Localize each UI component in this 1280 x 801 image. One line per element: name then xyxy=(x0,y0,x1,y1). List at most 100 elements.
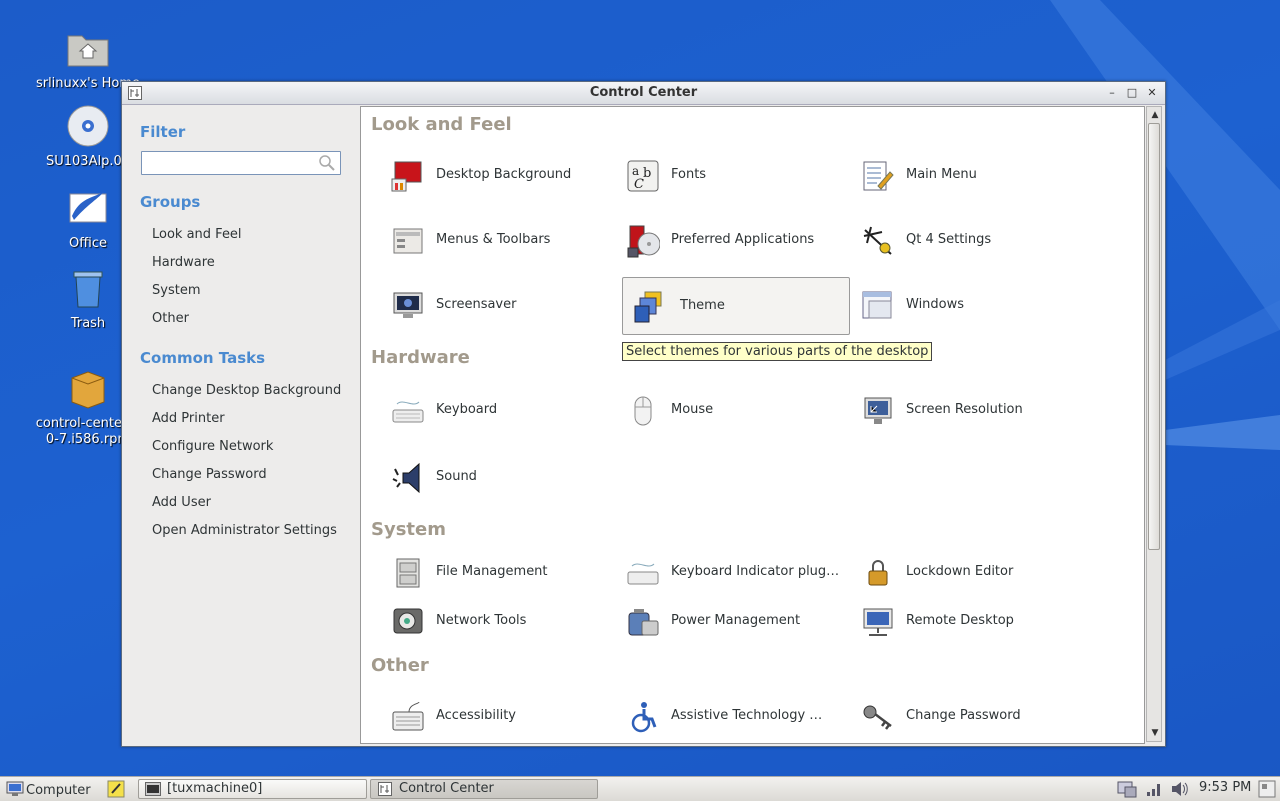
filter-heading: Filter xyxy=(140,123,186,141)
screensaver-icon xyxy=(393,292,423,318)
notes-icon[interactable] xyxy=(106,779,126,799)
applet-windows[interactable]: Windows xyxy=(851,277,1077,333)
keyboard-indicator-icon xyxy=(627,563,659,585)
applet-keyboard[interactable]: Keyboard xyxy=(381,382,607,438)
applet-keyboard-indicator[interactable]: Keyboard Indicator plug… xyxy=(616,544,842,600)
scrollbar-thumb[interactable] xyxy=(1148,123,1160,550)
applet-accessibility[interactable]: Accessibility xyxy=(381,688,607,743)
applet-sound[interactable]: Sound xyxy=(381,449,607,505)
applet-label: Screen Resolution xyxy=(906,402,1023,417)
applet-label: Power Management xyxy=(671,613,801,628)
computer-menu-label: Computer xyxy=(26,783,91,798)
assistive-technology-icon xyxy=(631,702,657,733)
applet-label: Windows xyxy=(906,297,965,312)
task-add-printer[interactable]: Add Printer xyxy=(152,411,225,426)
applet-network-tools[interactable]: Network Tools xyxy=(381,593,607,649)
computer-icon xyxy=(6,781,24,796)
sidebar: Filter Groups Look and Feel Hardware Sys… xyxy=(122,105,358,746)
applet-assistive-technology[interactable]: Assistive Technology … xyxy=(616,688,842,743)
applet-label: Mouse xyxy=(671,402,714,417)
applet-screensaver[interactable]: Screensaver xyxy=(381,277,607,333)
group-look-and-feel[interactable]: Look and Feel xyxy=(152,227,242,242)
close-button[interactable]: ✕ xyxy=(1145,86,1159,100)
task-configure-network[interactable]: Configure Network xyxy=(152,439,273,454)
applet-preferred-applications[interactable]: Preferred Applications xyxy=(616,212,842,268)
applet-power-management[interactable]: Power Management xyxy=(616,593,842,649)
control-center-icon xyxy=(378,782,392,796)
window-title: Control Center xyxy=(589,85,698,100)
signal-strength-icon[interactable] xyxy=(1145,780,1163,798)
applet-label: Keyboard xyxy=(436,402,498,417)
volume-icon[interactable] xyxy=(1170,780,1190,798)
theme-icon xyxy=(634,291,662,323)
applet-menus-toolbars[interactable]: Menus & Toolbars xyxy=(381,212,607,268)
desktop-switcher-icon[interactable] xyxy=(1258,780,1276,798)
applet-screen-resolution[interactable]: Screen Resolution xyxy=(851,382,1077,438)
group-hardware[interactable]: Hardware xyxy=(152,255,215,270)
accessibility-icon xyxy=(392,701,424,731)
control-center-window: Control Center – □ ✕ Filter Groups Look … xyxy=(121,81,1166,747)
applets-panel: Look and Feel Desktop Background abC Fon… xyxy=(360,106,1145,744)
applet-desktop-background[interactable]: Desktop Background xyxy=(381,147,607,203)
scroll-down-icon[interactable]: ▼ xyxy=(1149,727,1161,739)
taskbar-task-tuxmachine[interactable]: [tuxmachine0] xyxy=(138,779,367,799)
applet-label: Fonts xyxy=(671,167,707,182)
applet-lockdown-editor[interactable]: Lockdown Editor xyxy=(851,544,1077,600)
remote-desktop-icon xyxy=(863,608,893,636)
group-system[interactable]: System xyxy=(152,283,200,298)
task-change-password[interactable]: Change Password xyxy=(152,467,267,482)
task-change-desktop-background[interactable]: Change Desktop Background xyxy=(152,383,341,398)
window-titlebar[interactable]: Control Center – □ ✕ xyxy=(122,82,1165,105)
lockdown-editor-icon xyxy=(868,560,888,586)
applet-label: Sound xyxy=(436,469,477,484)
computer-menu-button[interactable]: Computer xyxy=(4,779,91,799)
applet-qt-settings[interactable]: Qt 4 Settings xyxy=(851,212,1077,268)
applet-change-password[interactable]: Change Password xyxy=(851,688,1077,743)
applet-label: Theme xyxy=(680,298,725,313)
task-add-user[interactable]: Add User xyxy=(152,495,211,510)
theme-tooltip: Select themes for various parts of the d… xyxy=(622,342,933,361)
minimize-button[interactable]: – xyxy=(1105,86,1119,100)
applet-label: Assistive Technology … xyxy=(671,708,823,723)
trash-icon xyxy=(73,271,103,308)
applet-theme[interactable]: Theme xyxy=(622,277,850,335)
scroll-up-icon[interactable]: ▲ xyxy=(1149,109,1161,121)
section-other: Other xyxy=(371,655,429,676)
applet-label: Accessibility xyxy=(436,708,516,723)
section-system: System xyxy=(371,519,446,540)
applet-label: Remote Desktop xyxy=(906,613,1014,628)
change-password-icon xyxy=(863,705,892,730)
svg-text:a: a xyxy=(632,164,639,178)
applet-label: Qt 4 Settings xyxy=(906,232,992,247)
applet-label: Change Password xyxy=(906,708,1021,723)
applet-fonts[interactable]: abC Fonts xyxy=(616,147,842,203)
applet-label: Network Tools xyxy=(436,613,527,628)
taskbar-task-control-center[interactable]: Control Center xyxy=(370,779,598,799)
taskbar-task-label: [tuxmachine0] xyxy=(167,781,263,796)
applet-label: File Management xyxy=(436,564,548,579)
home-folder-icon xyxy=(67,35,109,67)
section-hardware: Hardware xyxy=(371,347,470,368)
group-other[interactable]: Other xyxy=(152,311,189,326)
network-status-icon[interactable] xyxy=(1116,779,1138,799)
filter-input[interactable] xyxy=(141,151,341,175)
clock[interactable]: 9:53 PM xyxy=(1199,780,1251,795)
applet-label: Keyboard Indicator plug… xyxy=(671,564,840,579)
applet-remote-desktop[interactable]: Remote Desktop xyxy=(851,593,1077,649)
mouse-icon xyxy=(634,396,652,426)
svg-text:b: b xyxy=(643,166,651,181)
cd-icon xyxy=(67,105,109,147)
maximize-button[interactable]: □ xyxy=(1125,86,1139,100)
sound-icon xyxy=(392,462,420,494)
taskbar-task-label: Control Center xyxy=(399,781,494,796)
applet-label: Screensaver xyxy=(436,297,517,312)
applet-main-menu[interactable]: Main Menu xyxy=(851,147,1077,203)
svg-text:C: C xyxy=(634,177,644,192)
windows-icon xyxy=(862,291,892,319)
task-open-administrator-settings[interactable]: Open Administrator Settings xyxy=(152,523,337,538)
applet-mouse[interactable]: Mouse xyxy=(616,382,842,438)
office-icon xyxy=(69,192,107,223)
applet-label: Lockdown Editor xyxy=(906,564,1014,579)
content-scrollbar[interactable]: ▲ ▼ xyxy=(1146,106,1162,742)
applet-file-management[interactable]: File Management xyxy=(381,544,607,600)
